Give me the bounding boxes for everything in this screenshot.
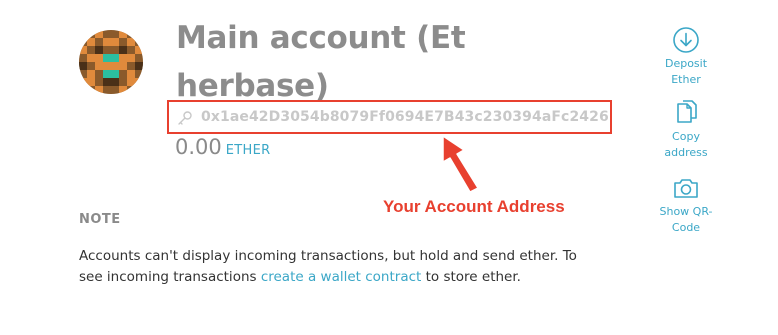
account-address-highlight: 0x1ae42D3054b8079Ff0694E7B43c230394aFc24… xyxy=(167,100,612,134)
show-qr-code-button[interactable]: Show QR- Code xyxy=(650,174,722,236)
account-page: Main account (Etherbase) 0x1ae42D3054b80… xyxy=(0,0,778,335)
download-circle-icon xyxy=(673,27,699,53)
account-identicon xyxy=(79,30,143,94)
create-wallet-contract-link[interactable]: create a wallet contract xyxy=(261,269,421,285)
callout-arrow-icon xyxy=(442,135,479,193)
balance-unit: ETHER xyxy=(225,143,271,158)
account-title: Main account (Etherbase) xyxy=(176,20,466,104)
key-icon xyxy=(178,111,192,125)
copy-icon xyxy=(677,100,697,123)
account-balance: 0.00 ETHER xyxy=(175,135,270,159)
note-heading: NOTE xyxy=(79,212,121,227)
annotation-callout: Your Account Address xyxy=(383,197,565,216)
deposit-ether-button[interactable]: Deposit Ether xyxy=(650,26,722,88)
balance-amount: 0.00 xyxy=(175,135,222,159)
camera-icon xyxy=(674,179,698,198)
account-address[interactable]: 0x1ae42D3054b8079Ff0694E7B43c230394aFc24… xyxy=(201,109,609,125)
note-text: Accounts can't display incoming transact… xyxy=(79,248,577,285)
copy-address-button[interactable]: Copy address xyxy=(650,99,722,161)
